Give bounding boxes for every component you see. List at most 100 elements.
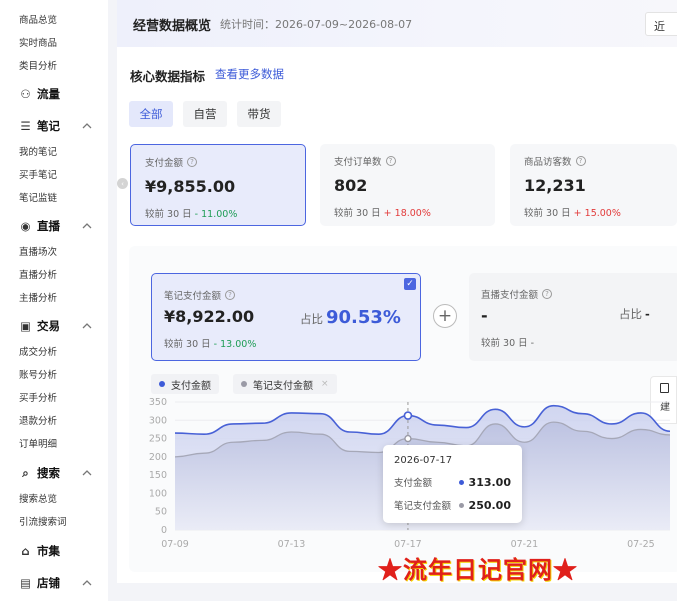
x-tick-label: 07-21 [511, 539, 539, 550]
plus-icon[interactable]: + [433, 304, 457, 328]
data-point-note-payment [404, 434, 412, 443]
search-icon: ⌕ [22, 465, 29, 480]
sidebar-item[interactable]: 成交分析 [19, 344, 57, 358]
change-value: - [530, 338, 535, 349]
tooltip-series-name: 笔记支付金额 [394, 501, 452, 512]
traffic-icon: ⚇ [20, 87, 31, 101]
tooltip-row: 支付金额 313.00 [394, 475, 511, 490]
y-tick-label: 100 [149, 488, 167, 499]
sidebar-item[interactable]: 退款分析 [19, 413, 57, 427]
sidebar-item[interactable]: 搜索总览 [19, 491, 57, 505]
sidebar-group[interactable]: ⌂ 市集 [19, 543, 95, 559]
tooltip-dot [458, 502, 464, 508]
sidebar-group[interactable]: ▤ 店铺 [19, 575, 95, 591]
tab-all[interactable]: 全部 [129, 101, 173, 127]
sidebar-group-label: 搜索 [37, 466, 60, 480]
y-tick-label: 150 [149, 470, 167, 481]
chevron-up-icon [82, 470, 92, 476]
sub-card-note-payment[interactable]: 笔记支付金额? ¥8,922.00 占比 90.53% 较前 30 日 - 13.… [151, 273, 421, 361]
help-icon[interactable]: ? [575, 156, 586, 166]
x-tick-label: 07-17 [394, 539, 422, 550]
y-tick-label: 200 [149, 452, 167, 463]
compare-prefix: 较前 30 日 [524, 208, 571, 219]
chevron-up-icon [82, 323, 92, 329]
share-label: 占比 [300, 312, 323, 326]
sidebar-item[interactable]: 我的笔记 [19, 144, 57, 158]
more-data-link[interactable]: 查看更多数据 [215, 66, 284, 82]
sidebar-item[interactable]: 买手笔记 [19, 167, 57, 181]
sidebar-item[interactable]: 笔记监链 [19, 190, 57, 204]
sidebar-group[interactable]: ▣ 交易 [19, 318, 95, 334]
x-tick-label: 07-13 [278, 539, 306, 550]
sub-card-live-payment[interactable]: 直播支付金额? - 占比 - 较前 30 日 - [469, 273, 677, 361]
sidebar-item[interactable]: 引流搜索词 [19, 514, 67, 528]
metric-label: 支付订单数 [334, 157, 382, 168]
sidebar-group[interactable]: ⌕ 搜索 [19, 465, 95, 481]
metric-card-orders[interactable]: 支付订单数? 802 较前 30 日 + 18.00% [320, 144, 495, 226]
help-icon[interactable]: ? [225, 290, 236, 300]
live-icon: ◉ [20, 219, 31, 233]
legend-label: 支付金额 [171, 380, 211, 392]
recent-range-button[interactable]: 近 [645, 12, 677, 36]
sidebar-group[interactable]: ⚇ 流量 [19, 86, 95, 102]
sidebar-group-label: 交易 [37, 319, 60, 333]
metric-card-payment[interactable]: 支付金额? ¥9,855.00 较前 30 日 - 11.00% [130, 144, 306, 226]
check-icon[interactable]: ✓ [404, 278, 416, 290]
compare-prefix: 较前 30 日 [334, 208, 381, 219]
chevron-left-icon[interactable]: ‹ [117, 178, 128, 189]
sub-metric-label: 直播支付金额 [481, 290, 539, 301]
sidebar-item[interactable]: 直播分析 [19, 267, 57, 281]
sub-metric-value: ¥8,922.00 [164, 307, 255, 326]
y-tick-label: 0 [161, 525, 167, 536]
sidebar-item[interactable]: 主播分析 [19, 290, 57, 304]
sidebar: 商品总览实时商品类目分析 ⚇ 流量 ☰ 笔记我的笔记买手笔记笔记监链 ◉ 直播直播场次直播分… [0, 0, 108, 601]
sidebar-item[interactable]: 账号分析 [19, 367, 57, 381]
sidebar-item[interactable]: 买手分析 [19, 390, 57, 404]
trade-icon: ▣ [20, 319, 31, 333]
tooltip-dot [458, 479, 464, 485]
metric-card-visitors[interactable]: 商品访客数? 12,231 较前 30 日 + 15.00% [510, 144, 677, 226]
page-title: 经营数据概览 [133, 19, 212, 34]
shop-icon: ▤ [20, 576, 31, 590]
help-icon[interactable]: ? [542, 289, 553, 299]
legend-item-payment[interactable]: 支付金额 [151, 374, 219, 394]
tab-carry-goods[interactable]: 带货 [237, 101, 281, 127]
sidebar-item[interactable]: 直播场次 [19, 244, 57, 258]
chart-tooltip: 2026-07-17 支付金额 313.00 笔记支付金额 250.00 [383, 445, 522, 523]
metric-value: ¥9,855.00 [145, 177, 236, 196]
share-value: 90.53% [326, 307, 401, 328]
tooltip-date: 2026-07-17 [394, 455, 453, 466]
chevron-up-icon [82, 580, 92, 586]
sidebar-group-label: 笔记 [37, 119, 60, 133]
sub-metric-value: - [481, 306, 488, 325]
sub-metric-label: 笔记支付金额 [164, 291, 222, 302]
star-icon: ★ [378, 555, 403, 584]
sidebar-group[interactable]: ☰ 笔记 [19, 118, 95, 134]
sidebar-item[interactable]: 订单明细 [19, 436, 57, 450]
metric-value: 802 [334, 176, 368, 195]
help-icon[interactable]: ? [187, 157, 198, 167]
sidebar-group[interactable]: ◉ 直播 [19, 218, 95, 234]
legend-dot [241, 381, 247, 387]
change-value: + 18.00% [383, 208, 431, 219]
x-tick-label: 07-09 [161, 539, 189, 550]
section-title: 核心数据指标 [130, 69, 206, 84]
note-icon: ☰ [20, 119, 31, 133]
tooltip-value: 313.00 [468, 475, 511, 489]
market-icon: ⌂ [21, 544, 30, 558]
sidebar-group-label: 市集 [37, 544, 60, 558]
sidebar-item[interactable]: 实时商品 [19, 35, 57, 49]
sidebar-item[interactable]: 类目分析 [19, 58, 57, 72]
legend-dot [159, 381, 165, 387]
compare-prefix: 较前 30 日 [164, 339, 211, 350]
legend-item-note-payment[interactable]: 笔记支付金额 × [233, 374, 337, 394]
tab-self-operated[interactable]: 自营 [183, 101, 227, 127]
help-icon[interactable]: ? [385, 156, 396, 166]
x-tick-label: 07-25 [627, 539, 655, 550]
close-icon[interactable]: × [321, 379, 329, 389]
sidebar-item[interactable]: 商品总览 [19, 12, 57, 26]
y-tick-label: 300 [149, 415, 167, 426]
change-value: - 13.00% [213, 339, 257, 350]
legend-label: 笔记支付金额 [253, 380, 313, 392]
sidebar-group-label: 直播 [37, 219, 60, 233]
